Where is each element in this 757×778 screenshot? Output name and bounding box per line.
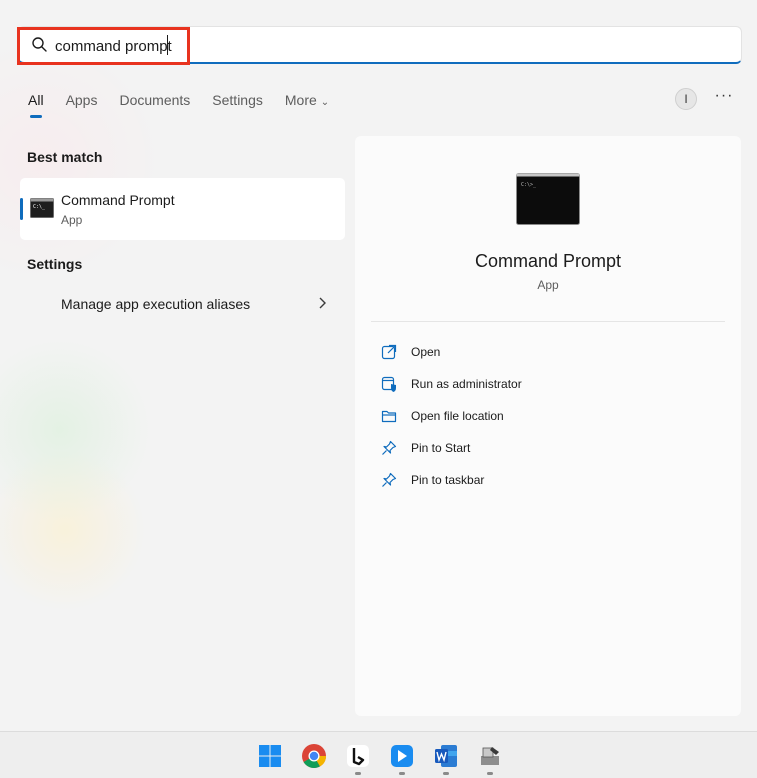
installer-icon[interactable] — [477, 743, 503, 769]
tab-apps[interactable]: Apps — [66, 90, 98, 116]
tab-settings[interactable]: Settings — [212, 90, 263, 116]
app-type: App — [61, 213, 83, 227]
running-indicator — [355, 772, 361, 775]
best-match-item[interactable]: C:\_ Command Prompt App — [20, 178, 345, 240]
shield-icon — [381, 376, 396, 392]
best-match-heading: Best match — [27, 149, 103, 165]
running-indicator — [399, 772, 405, 775]
tab-more[interactable]: More ⌄ — [285, 90, 329, 116]
detail-app-type: App — [537, 278, 559, 292]
tab-label: Settings — [212, 92, 263, 108]
avatar[interactable]: I — [675, 88, 697, 110]
start-icon[interactable] — [257, 743, 283, 769]
action-list: Open Run as administrator Open file loca… — [381, 341, 681, 501]
action-open[interactable]: Open — [381, 341, 681, 373]
search-panel: All Apps Documents Settings More⌄ I ··· … — [0, 0, 757, 718]
search-input[interactable] — [55, 33, 735, 59]
word-icon[interactable] — [433, 743, 459, 769]
selection-indicator — [20, 198, 23, 220]
detail-app-name: Command Prompt — [474, 251, 622, 271]
action-pin-to-start[interactable]: Pin to Start — [381, 437, 681, 469]
more-options-button[interactable]: ··· — [712, 86, 736, 110]
action-run-as-admin[interactable]: Run as administrator — [381, 373, 681, 405]
app-name: Command Prompt — [61, 192, 175, 208]
action-label: Open file location — [411, 409, 504, 423]
svg-text:C:\_: C:\_ — [33, 204, 46, 210]
command-prompt-icon: C:\_ — [30, 198, 54, 218]
taskbar — [0, 731, 757, 778]
tab-label: All — [28, 92, 44, 108]
bing-icon[interactable] — [345, 743, 371, 769]
tab-label: Documents — [119, 92, 191, 108]
tab-label: Apps — [65, 92, 98, 108]
detail-pane: C:\>_ Command Prompt App Open Run as adm… — [355, 136, 741, 716]
search-box[interactable] — [18, 26, 742, 64]
text-caret — [167, 35, 168, 55]
action-label: Open — [411, 345, 441, 359]
setting-label: Manage app execution aliases — [61, 296, 251, 312]
tab-all[interactable]: All — [28, 90, 44, 118]
setting-manage-aliases[interactable]: Manage app execution aliases — [20, 288, 345, 320]
action-label: Pin to Start — [411, 441, 471, 455]
chevron-right-icon — [319, 297, 326, 309]
action-label: Pin to taskbar — [411, 473, 485, 487]
action-open-file-location[interactable]: Open file location — [381, 405, 681, 437]
filter-tabs: All Apps Documents Settings More ⌄ — [28, 90, 351, 118]
folder-icon — [381, 410, 397, 423]
pin-icon — [382, 440, 397, 455]
svg-text:C:\>_: C:\>_ — [521, 182, 537, 188]
action-pin-to-taskbar[interactable]: Pin to taskbar — [381, 469, 681, 501]
tab-documents[interactable]: Documents — [119, 90, 190, 116]
pin-app-icon[interactable] — [389, 743, 415, 769]
running-indicator — [443, 772, 449, 775]
open-icon — [381, 344, 397, 360]
tab-label: More — [284, 92, 317, 108]
settings-heading: Settings — [27, 256, 83, 272]
chrome-icon[interactable] — [301, 743, 327, 769]
chevron-down-icon: ⌄ — [320, 97, 330, 108]
divider — [371, 321, 725, 322]
running-indicator — [487, 772, 493, 775]
action-label: Run as administrator — [411, 377, 522, 391]
command-prompt-icon: C:\>_ — [516, 173, 580, 225]
search-icon — [32, 37, 47, 52]
pin-icon — [382, 472, 397, 487]
